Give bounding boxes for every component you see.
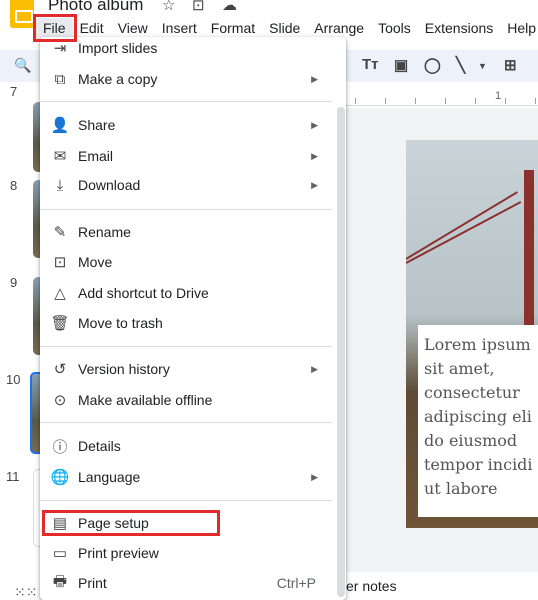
ruler-label: 1 <box>495 90 502 102</box>
text-box-icon[interactable]: Tт <box>362 56 379 73</box>
menu-divider <box>40 209 332 210</box>
image-icon[interactable]: ▣ <box>394 56 408 74</box>
line-dropdown-icon[interactable]: ▼ <box>478 61 487 71</box>
add-comment-icon[interactable]: ⊞ <box>504 56 517 74</box>
submenu-arrow-icon: ▶ <box>311 471 318 482</box>
preview-icon: ▭ <box>52 545 68 562</box>
person-add-icon: 👤 <box>50 117 70 134</box>
cloud-status-icon[interactable]: ☁ <box>222 0 237 14</box>
line-icon[interactable]: ╲ <box>456 56 465 74</box>
menu-item-language[interactable]: 🌐 Language ▶ <box>40 462 332 492</box>
bridge-cable <box>406 201 522 264</box>
print-icon: 🖶 <box>52 572 68 590</box>
slide-number: 9 <box>10 275 18 290</box>
horizontal-ruler: 1 <box>345 88 538 106</box>
menu-item-make-available-offline[interactable]: ⊙ Make available offline <box>40 385 332 415</box>
menu-item-make-a-copy[interactable]: ⧉ Make a copy ▶ <box>40 64 332 94</box>
menu-divider <box>40 101 332 102</box>
slide-filmstrip: 7 8 9 10 11 <box>0 84 45 600</box>
drive-shortcut-icon: △ <box>54 285 66 302</box>
file-menu-highlight <box>33 14 77 42</box>
download-icon: ⤓ <box>56 176 64 194</box>
submenu-arrow-icon: ▶ <box>311 363 318 374</box>
menu-divider <box>40 500 332 501</box>
document-title[interactable]: Photo album <box>48 0 143 15</box>
offline-icon: ⊙ <box>53 392 67 409</box>
info-icon: ⓘ <box>52 438 68 456</box>
bridge-cable <box>406 191 518 260</box>
submenu-arrow-icon: ▶ <box>311 179 318 190</box>
history-icon: ↺ <box>53 361 67 378</box>
page-setup-highlight <box>42 510 220 536</box>
speaker-notes-label[interactable]: er notes <box>346 578 397 594</box>
menu-divider <box>40 422 332 423</box>
slide-number: 10 <box>6 372 21 387</box>
slide-text-box[interactable]: Lorem ipsum sit amet, consectetur adipis… <box>418 325 538 517</box>
menu-item-rename[interactable]: ✎ Rename <box>40 217 332 247</box>
menu-extensions[interactable]: Extensions <box>418 18 500 40</box>
move-folder-icon[interactable]: ⊡ <box>192 0 205 14</box>
slide-number: 11 <box>6 469 20 484</box>
menu-divider <box>40 346 332 347</box>
submenu-arrow-icon: ▶ <box>311 119 318 130</box>
menu-item-move[interactable]: ⊡ Move <box>40 247 332 277</box>
copy-icon: ⧉ <box>54 70 66 88</box>
folder-move-icon: ⊡ <box>53 254 67 271</box>
rename-icon: ✎ <box>53 224 67 241</box>
menu-item-download[interactable]: ⤓ Download ▶ <box>40 170 332 200</box>
menu-item-details[interactable]: ⓘ Details <box>40 431 332 461</box>
menu-item-move-to-trash[interactable]: 🗑 Move to trash <box>40 308 332 338</box>
menu-item-share[interactable]: 👤 Share ▶ <box>40 110 332 140</box>
submenu-arrow-icon: ▶ <box>311 150 318 161</box>
trash-icon: 🗑 <box>50 315 70 332</box>
print-shortcut: Ctrl+P <box>276 575 316 591</box>
shape-icon[interactable]: ◯ <box>424 56 441 74</box>
email-icon: ✉ <box>53 148 67 165</box>
menu-item-print[interactable]: 🖶 Print Ctrl+P <box>40 568 332 598</box>
grid-view-icon[interactable]: ⁙⁙ <box>14 584 37 600</box>
search-menus-icon[interactable]: 🔍 <box>14 57 31 74</box>
menu-item-import-slides[interactable]: ⇥ Import slides <box>40 37 332 63</box>
globe-icon: 🌐 <box>50 469 70 486</box>
slide-number: 8 <box>10 178 18 193</box>
menu-help[interactable]: Help <box>500 18 538 40</box>
menu-item-version-history[interactable]: ↺ Version history ▶ <box>40 354 332 384</box>
submenu-arrow-icon: ▶ <box>311 73 318 84</box>
star-icon[interactable]: ☆ <box>162 0 175 14</box>
slides-logo-icon[interactable] <box>10 0 34 28</box>
menu-scrollbar[interactable] <box>337 107 345 597</box>
slide-number: 7 <box>10 84 18 99</box>
menu-tools[interactable]: Tools <box>371 18 418 40</box>
menu-item-add-shortcut[interactable]: △ Add shortcut to Drive <box>40 278 332 308</box>
menu-item-email[interactable]: ✉ Email ▶ <box>40 141 332 171</box>
menu-item-print-preview[interactable]: ▭ Print preview <box>40 538 332 568</box>
